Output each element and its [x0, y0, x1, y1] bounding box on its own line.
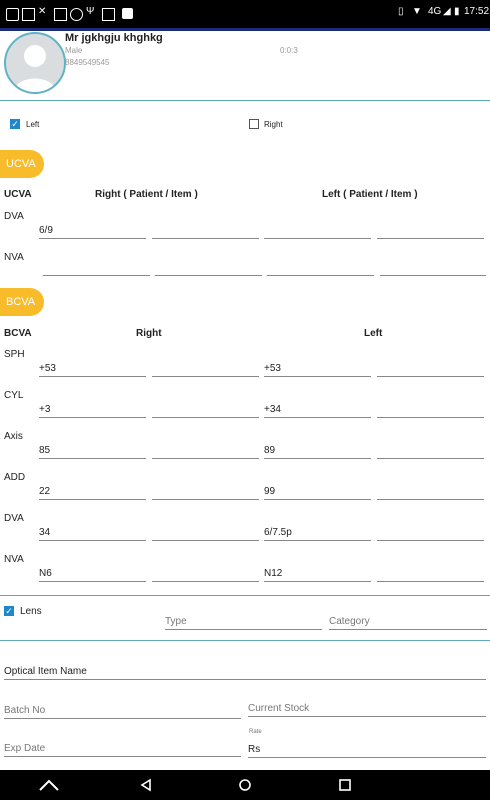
patient-gender: Male: [65, 46, 83, 55]
bag-icon: [122, 8, 133, 19]
network-type: 4G: [428, 6, 442, 17]
left-eye-label: Left: [26, 120, 40, 129]
nva-right-patient-input[interactable]: N6: [39, 565, 146, 582]
session-timer: 0:0:3: [280, 46, 298, 55]
home-icon[interactable]: [238, 778, 252, 792]
right-eye-checkbox[interactable]: [249, 119, 259, 129]
sph-right-patient-input[interactable]: +53: [39, 360, 146, 377]
patient-phone: 8849549545: [65, 58, 110, 67]
sph-left-patient-input[interactable]: +53: [264, 360, 371, 377]
divider: [0, 595, 490, 596]
sph-right-item-input[interactable]: [152, 360, 259, 377]
rate-label: Rate: [249, 729, 262, 735]
axis-right-patient-input[interactable]: 85: [39, 442, 146, 459]
message-icon: [54, 8, 67, 21]
cyl-right-item-input[interactable]: [152, 401, 259, 418]
missed-call-icon: ✕: [38, 6, 47, 17]
batch-no-input[interactable]: Batch No: [4, 702, 241, 719]
ucva-dva-left-patient-input[interactable]: [264, 222, 371, 239]
ucva-row-label: DVA: [4, 211, 24, 222]
cyl-left-item-input[interactable]: [377, 401, 484, 418]
optical-item-name-input[interactable]: Optical Item Name: [4, 663, 486, 680]
axis-left-patient-input[interactable]: 89: [264, 442, 371, 459]
dva-left-patient-input[interactable]: 6/7.5p: [264, 524, 371, 541]
ucva-dva-left-item-input[interactable]: [377, 222, 484, 239]
dva-right-item-input[interactable]: [152, 524, 259, 541]
navigation-bar: [0, 770, 490, 800]
ucva-dva-right-item-input[interactable]: [152, 222, 259, 239]
axis-right-item-input[interactable]: [152, 442, 259, 459]
add-right-item-input[interactable]: [152, 483, 259, 500]
lens-label: Lens: [20, 606, 42, 617]
ucva-section-pill: UCVA: [0, 150, 44, 178]
app-bar-stripe: [0, 28, 490, 31]
image-icon: [102, 8, 115, 21]
add-left-patient-input[interactable]: 99: [264, 483, 371, 500]
add-left-item-input[interactable]: [377, 483, 484, 500]
current-stock-input[interactable]: Current Stock: [248, 700, 486, 717]
dva-left-item-input[interactable]: [377, 524, 484, 541]
usb-icon: Ψ: [86, 6, 95, 17]
bcva-row-label: Axis: [4, 431, 23, 442]
home-chevron-icon[interactable]: [38, 778, 60, 792]
vibrate-icon: ▯: [398, 6, 404, 17]
patient-name: Mr jgkhgju khghkg: [65, 32, 163, 44]
divider: [0, 640, 490, 641]
divider: [0, 100, 490, 101]
person-icon: [14, 45, 56, 92]
recents-icon[interactable]: [338, 778, 352, 792]
left-eye-checkbox[interactable]: ✓: [10, 119, 20, 129]
back-icon[interactable]: [140, 778, 152, 792]
cyl-right-patient-input[interactable]: +3: [39, 401, 146, 418]
add-right-patient-input[interactable]: 22: [39, 483, 146, 500]
ucva-col-header: UCVA: [4, 189, 32, 200]
bcva-right-header: Right: [136, 328, 162, 339]
ucva-nva-left-item-input[interactable]: [380, 259, 486, 276]
dva-right-patient-input[interactable]: 34: [39, 524, 146, 541]
wifi-icon: ▼: [412, 6, 422, 17]
bcva-row-label: NVA: [4, 554, 24, 565]
cyl-left-patient-input[interactable]: +34: [264, 401, 371, 418]
location-icon: [70, 8, 83, 21]
bcva-row-label: SPH: [4, 349, 25, 360]
nva-left-item-input[interactable]: [377, 565, 484, 582]
status-bar: ✕ Ψ ▯ ▼ 4G ◢ ▮ 17:52: [0, 0, 490, 28]
lens-category-select[interactable]: Category: [329, 613, 487, 630]
battery-icon: ▮: [454, 6, 460, 17]
bcva-section-pill: BCVA: [0, 288, 44, 316]
nva-right-item-input[interactable]: [152, 565, 259, 582]
ucva-nva-right-patient-input[interactable]: [43, 259, 150, 276]
ucva-right-header: Right ( Patient / Item ): [95, 189, 198, 200]
nva-left-patient-input[interactable]: N12: [264, 565, 371, 582]
exp-date-input[interactable]: Exp Date: [4, 740, 241, 757]
bcva-row-label: DVA: [4, 513, 24, 524]
bcva-col-header: BCVA: [4, 328, 32, 339]
sync-icon: [6, 8, 19, 21]
ucva-row-label: NVA: [4, 252, 24, 263]
ucva-dva-right-patient-input[interactable]: 6/9: [39, 222, 146, 239]
rate-input[interactable]: Rs: [248, 741, 486, 758]
bcva-row-label: ADD: [4, 472, 26, 483]
lens-type-select[interactable]: Type: [165, 613, 322, 630]
right-eye-label: Right: [264, 120, 283, 129]
clock: 17:52: [464, 6, 490, 17]
gallery-icon: [22, 8, 35, 21]
bcva-row-label: CYL: [4, 390, 24, 401]
sph-left-item-input[interactable]: [377, 360, 484, 377]
axis-left-item-input[interactable]: [377, 442, 484, 459]
avatar[interactable]: [4, 32, 66, 94]
ucva-nva-right-item-input[interactable]: [155, 259, 262, 276]
signal-icon: ◢: [443, 6, 451, 17]
ucva-left-header: Left ( Patient / Item ): [322, 189, 418, 200]
bcva-left-header: Left: [364, 328, 383, 339]
ucva-nva-left-patient-input[interactable]: [267, 259, 374, 276]
lens-checkbox[interactable]: ✓: [4, 606, 14, 616]
